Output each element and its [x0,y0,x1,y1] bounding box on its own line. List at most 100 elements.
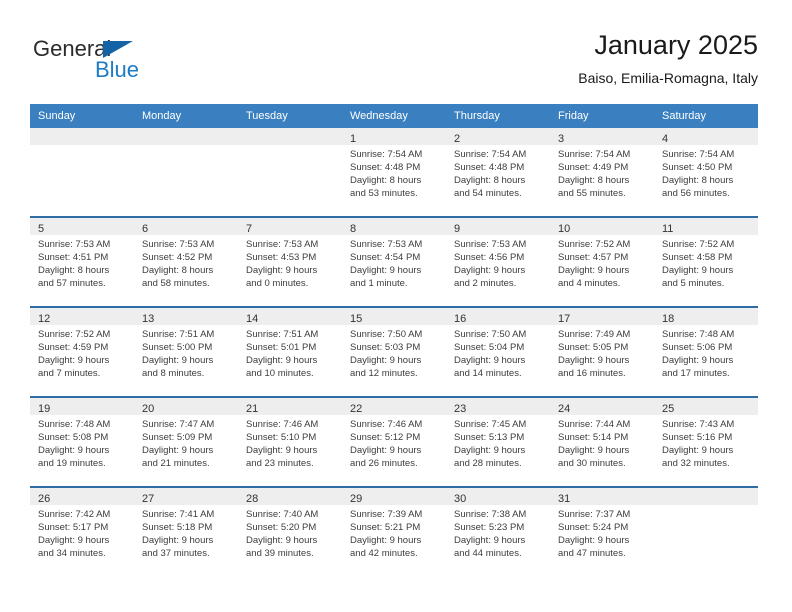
sunrise-text: Sunrise: 7:51 AM [246,329,319,340]
day-cell[interactable]: 30 Sunrise: 7:38 AM Sunset: 5:23 PM Dayl… [446,488,550,576]
day-details: Sunrise: 7:43 AM Sunset: 5:16 PM Dayligh… [654,415,758,470]
day-cell[interactable]: 18 Sunrise: 7:48 AM Sunset: 5:06 PM Dayl… [654,308,758,396]
week-row: 12 Sunrise: 7:52 AM Sunset: 4:59 PM Dayl… [30,306,758,396]
day-number: 13 [142,313,155,325]
day-details: Sunrise: 7:50 AM Sunset: 5:03 PM Dayligh… [342,325,446,380]
day-cell[interactable]: 19 Sunrise: 7:48 AM Sunset: 5:08 PM Dayl… [30,398,134,486]
logo-text-blue: Blue [95,57,140,82]
day-cell[interactable] [238,128,342,216]
daylight-text-line1: Daylight: 9 hours [662,355,734,366]
day-cell[interactable]: 1 Sunrise: 7:54 AM Sunset: 4:48 PM Dayli… [342,128,446,216]
day-details [134,145,238,148]
daylight-text-line1: Daylight: 9 hours [38,535,110,546]
day-number: 22 [350,403,363,415]
sunset-text: Sunset: 5:12 PM [350,432,421,443]
sunset-text: Sunset: 5:00 PM [142,342,213,353]
day-number-band [134,128,238,145]
sunset-text: Sunset: 5:10 PM [246,432,317,443]
daylight-text-line2: and 12 minutes. [350,368,418,379]
day-cell[interactable]: 20 Sunrise: 7:47 AM Sunset: 5:09 PM Dayl… [134,398,238,486]
day-cell[interactable]: 10 Sunrise: 7:52 AM Sunset: 4:57 PM Dayl… [550,218,654,306]
day-details: Sunrise: 7:51 AM Sunset: 5:01 PM Dayligh… [238,325,342,380]
daylight-text-line1: Daylight: 9 hours [454,445,526,456]
day-cell[interactable]: 2 Sunrise: 7:54 AM Sunset: 4:48 PM Dayli… [446,128,550,216]
daylight-text-line2: and 44 minutes. [454,548,522,559]
day-number-band: 19 [30,398,134,415]
sunset-text: Sunset: 5:06 PM [662,342,733,353]
day-number: 11 [662,223,674,235]
daylight-text-line2: and 21 minutes. [142,458,210,469]
daylight-text-line2: and 39 minutes. [246,548,314,559]
daylight-text-line2: and 23 minutes. [246,458,314,469]
day-number: 31 [558,493,571,505]
day-cell[interactable]: 29 Sunrise: 7:39 AM Sunset: 5:21 PM Dayl… [342,488,446,576]
day-cell[interactable]: 26 Sunrise: 7:42 AM Sunset: 5:17 PM Dayl… [30,488,134,576]
daylight-text-line2: and 58 minutes. [142,278,210,289]
calendar-grid: Sunday Monday Tuesday Wednesday Thursday… [30,104,758,576]
day-number-band: 10 [550,218,654,235]
weekday-header-friday: Friday [558,110,589,122]
day-number: 14 [246,313,259,325]
day-cell[interactable]: 17 Sunrise: 7:49 AM Sunset: 5:05 PM Dayl… [550,308,654,396]
day-cell[interactable]: 25 Sunrise: 7:43 AM Sunset: 5:16 PM Dayl… [654,398,758,486]
day-number: 4 [662,133,669,145]
day-cell[interactable]: 14 Sunrise: 7:51 AM Sunset: 5:01 PM Dayl… [238,308,342,396]
day-cell[interactable]: 3 Sunrise: 7:54 AM Sunset: 4:49 PM Dayli… [550,128,654,216]
day-cell[interactable]: 5 Sunrise: 7:53 AM Sunset: 4:51 PM Dayli… [30,218,134,306]
day-cell[interactable]: 13 Sunrise: 7:51 AM Sunset: 5:00 PM Dayl… [134,308,238,396]
day-cell[interactable]: 9 Sunrise: 7:53 AM Sunset: 4:56 PM Dayli… [446,218,550,306]
day-details: Sunrise: 7:52 AM Sunset: 4:59 PM Dayligh… [30,325,134,380]
day-cell[interactable]: 12 Sunrise: 7:52 AM Sunset: 4:59 PM Dayl… [30,308,134,396]
day-number-band: 3 [550,128,654,145]
day-cell[interactable]: 4 Sunrise: 7:54 AM Sunset: 4:50 PM Dayli… [654,128,758,216]
day-number-band: 24 [550,398,654,415]
calendar-page: General Blue January 2025 Baiso, Emilia-… [0,0,792,612]
sunset-text: Sunset: 4:54 PM [350,252,421,263]
sunrise-text: Sunrise: 7:53 AM [350,239,423,250]
sunrise-text: Sunrise: 7:52 AM [38,329,111,340]
day-number-band: 27 [134,488,238,505]
day-cell[interactable]: 11 Sunrise: 7:52 AM Sunset: 4:58 PM Dayl… [654,218,758,306]
sunset-text: Sunset: 4:59 PM [38,342,109,353]
general-blue-logo[interactable]: General Blue [33,36,163,84]
day-cell[interactable] [134,128,238,216]
sunrise-text: Sunrise: 7:53 AM [38,239,111,250]
daylight-text-line1: Daylight: 9 hours [38,355,110,366]
sunrise-text: Sunrise: 7:46 AM [246,419,319,430]
day-cell[interactable]: 16 Sunrise: 7:50 AM Sunset: 5:04 PM Dayl… [446,308,550,396]
day-number: 17 [558,313,571,325]
day-cell[interactable]: 23 Sunrise: 7:45 AM Sunset: 5:13 PM Dayl… [446,398,550,486]
day-number-band: 5 [30,218,134,235]
daylight-text-line1: Daylight: 9 hours [350,265,422,276]
day-number: 27 [142,493,155,505]
day-number-band: 16 [446,308,550,325]
day-cell[interactable] [30,128,134,216]
day-cell[interactable] [654,488,758,576]
sunset-text: Sunset: 4:50 PM [662,162,733,173]
day-number-band: 12 [30,308,134,325]
sunrise-text: Sunrise: 7:54 AM [662,149,735,160]
daylight-text-line1: Daylight: 9 hours [558,445,630,456]
day-number: 15 [350,313,363,325]
daylight-text-line2: and 0 minutes. [246,278,309,289]
day-cell[interactable]: 21 Sunrise: 7:46 AM Sunset: 5:10 PM Dayl… [238,398,342,486]
sunrise-text: Sunrise: 7:46 AM [350,419,423,430]
day-cell[interactable]: 8 Sunrise: 7:53 AM Sunset: 4:54 PM Dayli… [342,218,446,306]
weekday-header-saturday: Saturday [662,110,707,122]
day-cell[interactable]: 15 Sunrise: 7:50 AM Sunset: 5:03 PM Dayl… [342,308,446,396]
sunrise-text: Sunrise: 7:42 AM [38,509,111,520]
day-cell[interactable]: 28 Sunrise: 7:40 AM Sunset: 5:20 PM Dayl… [238,488,342,576]
day-cell[interactable]: 27 Sunrise: 7:41 AM Sunset: 5:18 PM Dayl… [134,488,238,576]
day-cell[interactable]: 31 Sunrise: 7:37 AM Sunset: 5:24 PM Dayl… [550,488,654,576]
sunset-text: Sunset: 4:48 PM [454,162,525,173]
day-details: Sunrise: 7:51 AM Sunset: 5:00 PM Dayligh… [134,325,238,380]
day-cell[interactable]: 7 Sunrise: 7:53 AM Sunset: 4:53 PM Dayli… [238,218,342,306]
daylight-text-line1: Daylight: 9 hours [454,535,526,546]
day-cell[interactable]: 22 Sunrise: 7:46 AM Sunset: 5:12 PM Dayl… [342,398,446,486]
daylight-text-line2: and 42 minutes. [350,548,418,559]
day-cell[interactable]: 24 Sunrise: 7:44 AM Sunset: 5:14 PM Dayl… [550,398,654,486]
sunset-text: Sunset: 5:24 PM [558,522,629,533]
day-number-band: 2 [446,128,550,145]
sunrise-text: Sunrise: 7:51 AM [142,329,215,340]
day-cell[interactable]: 6 Sunrise: 7:53 AM Sunset: 4:52 PM Dayli… [134,218,238,306]
